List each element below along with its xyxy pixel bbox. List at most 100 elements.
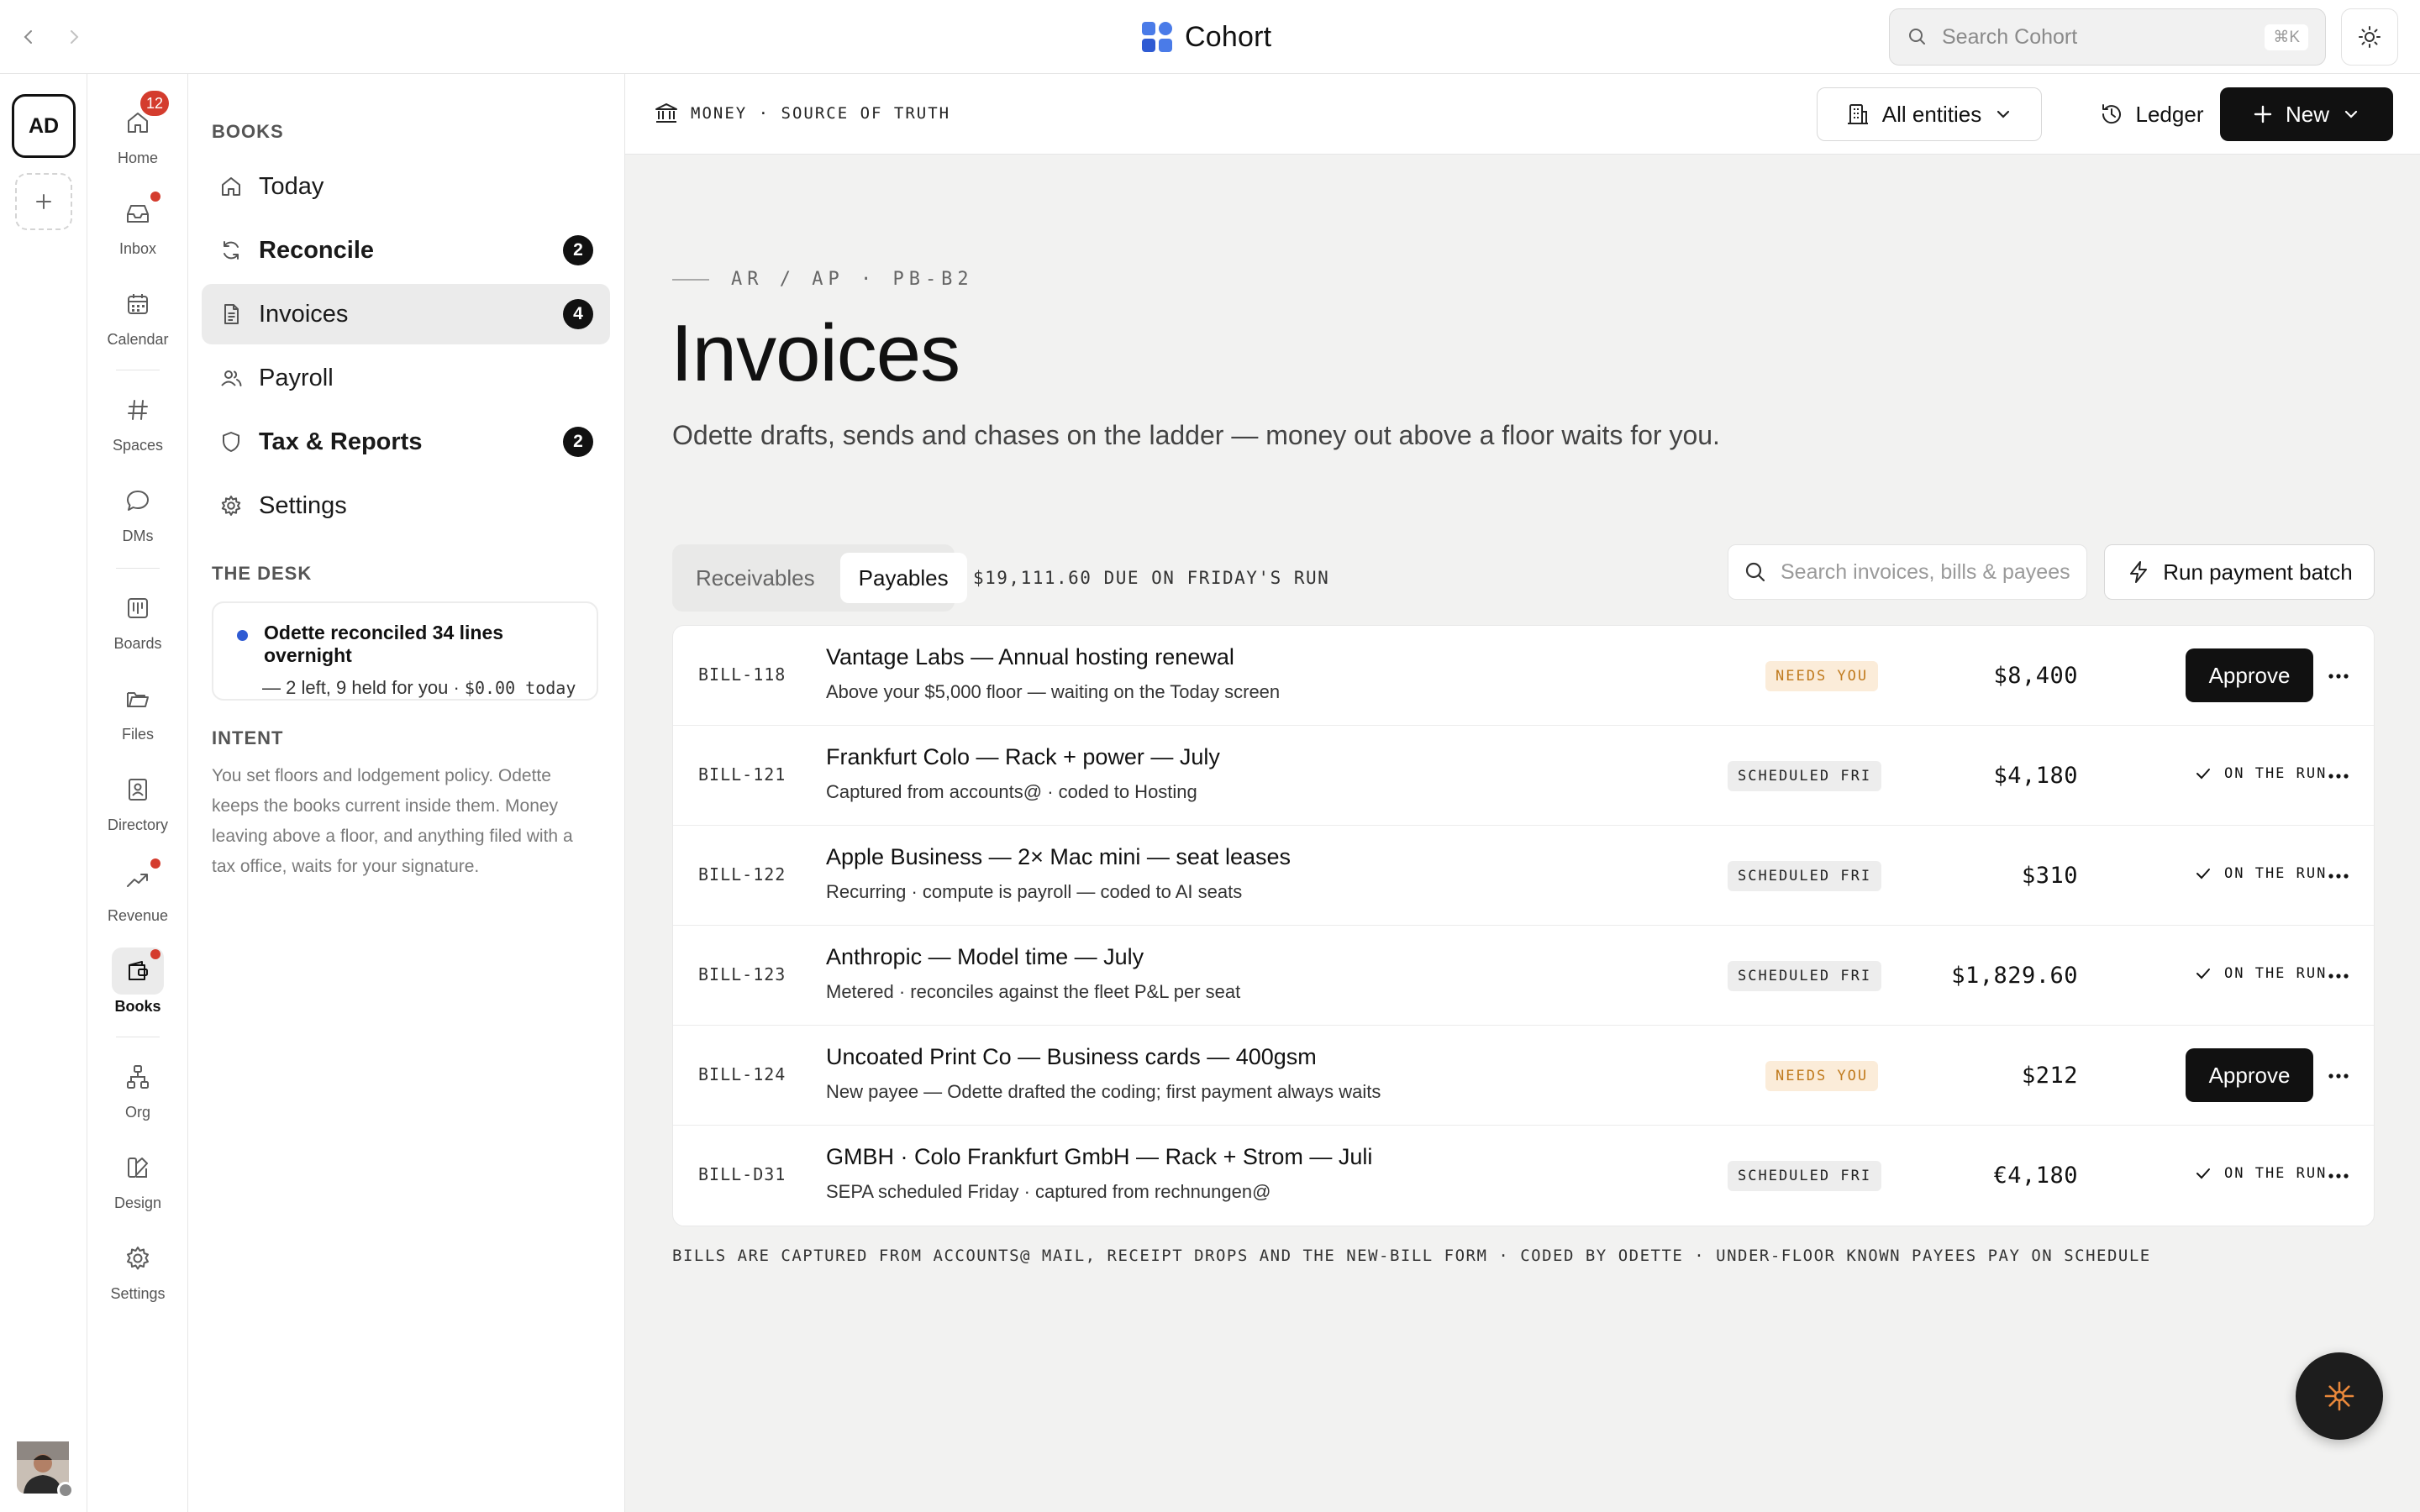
nav-org[interactable]: Org	[87, 1053, 188, 1121]
nav-label: Revenue	[107, 907, 169, 924]
on-the-run-status: ON THE RUN	[2194, 764, 2327, 783]
table-row[interactable]: BILL-D31 GMBH · Colo Frankfurt GmbH — Ra…	[673, 1126, 2374, 1226]
status-badge: NEEDS YOU	[1765, 1061, 1879, 1091]
breadcrumb: MONEY · SOURCE OF TRUTH	[654, 101, 950, 126]
hash-icon	[124, 396, 152, 424]
nav-label: Home	[117, 150, 158, 166]
on-the-run-label: ON THE RUN	[2224, 865, 2328, 882]
search-icon	[1907, 26, 1928, 48]
eyebrow-rule	[672, 278, 709, 281]
sidebar-item-label: Tax & Reports	[259, 428, 423, 455]
more-actions-icon[interactable]	[2327, 664, 2350, 688]
search-icon	[1744, 560, 1767, 584]
home-icon	[218, 174, 244, 199]
lightning-icon	[2126, 559, 2151, 585]
chevron-down-icon	[2341, 104, 2361, 124]
bills-search-input[interactable]: Search invoices, bills & payees	[1728, 544, 2087, 600]
brand[interactable]: Cohort	[1141, 18, 1271, 55]
sidebar-item-tax-reports[interactable]: Tax & Reports 2	[202, 412, 610, 472]
table-row[interactable]: BILL-123 Anthropic — Model time — July M…	[673, 926, 2374, 1026]
workspace-switcher[interactable]: AD	[12, 94, 76, 158]
sidebar-item-payroll[interactable]: Payroll	[202, 348, 610, 408]
status-badge: SCHEDULED FRI	[1728, 861, 1882, 891]
nav-label: Settings	[110, 1285, 166, 1302]
nav-books[interactable]: Books	[87, 948, 188, 1016]
bill-amount: $4,180	[1993, 763, 2078, 789]
contact-card-icon	[124, 775, 152, 804]
run-payment-batch-button[interactable]: Run payment batch	[2104, 544, 2375, 600]
sidebar-item-settings[interactable]: Settings	[202, 475, 610, 536]
batch-label: Run payment batch	[2163, 559, 2353, 585]
sidebar-item-label: Invoices	[259, 300, 349, 328]
check-icon	[2194, 764, 2212, 783]
sidebar-item-today[interactable]: Today	[202, 156, 610, 217]
more-actions-icon[interactable]	[2327, 1164, 2350, 1188]
global-search-input[interactable]: Search Cohort ⌘K	[1889, 8, 2326, 66]
bill-title: GMBH · Colo Frankfurt GmbH — Rack + Stro…	[826, 1144, 1373, 1169]
nav-design[interactable]: Design	[87, 1144, 188, 1212]
more-actions-icon[interactable]	[2327, 964, 2350, 988]
more-actions-icon[interactable]	[2327, 764, 2350, 788]
sidebar-item-reconcile[interactable]: Reconcile 2	[202, 220, 610, 281]
page-title: Invoices	[671, 308, 960, 398]
desk-activity-card[interactable]: Odette reconciled 34 lines overnight — 2…	[212, 601, 598, 701]
table-row[interactable]: BILL-124 Uncoated Print Co — Business ca…	[673, 1026, 2374, 1126]
bill-amount: $8,400	[1993, 663, 2078, 689]
tab-receivables[interactable]: Receivables	[677, 553, 834, 603]
due-summary: $19,111.60 DUE ON FRIDAY'S RUN	[973, 568, 1330, 588]
entities-dropdown[interactable]: All entities	[1817, 87, 2042, 141]
sidebar-heading: BOOKS	[212, 121, 284, 142]
plus-icon	[33, 191, 55, 213]
theme-toggle-button[interactable]	[2341, 8, 2398, 66]
table-row[interactable]: BILL-122 Apple Business — 2× Mac mini — …	[673, 826, 2374, 926]
nav-settings[interactable]: Settings	[87, 1235, 188, 1303]
bill-description: Recurring · compute is payroll — coded t…	[826, 881, 1243, 902]
add-workspace-button[interactable]	[15, 173, 72, 230]
tab-payables[interactable]: Payables	[839, 553, 967, 603]
nav-calendar[interactable]: Calendar	[87, 281, 188, 349]
back-arrow-icon[interactable]	[15, 24, 42, 50]
eyebrow-text: AR / AP · PB-B2	[731, 269, 974, 290]
bill-id: BILL-124	[698, 1064, 786, 1084]
on-the-run-status: ON THE RUN	[2194, 964, 2327, 983]
more-actions-icon[interactable]	[2327, 1064, 2350, 1088]
new-button[interactable]: New	[2220, 87, 2393, 141]
approve-button[interactable]: Approve	[2186, 1048, 2313, 1102]
more-actions-icon[interactable]	[2327, 864, 2350, 888]
on-the-run-label: ON THE RUN	[2224, 965, 2328, 982]
bill-id: BILL-118	[698, 664, 786, 685]
ledger-button[interactable]: Ledger	[2075, 87, 2227, 141]
nav-label: DMs	[122, 528, 154, 544]
page-subtitle: Odette drafts, sends and chases on the l…	[672, 420, 1720, 450]
nav-label: Org	[124, 1104, 150, 1121]
nav-files[interactable]: Files	[87, 675, 188, 743]
sidebar-item-invoices[interactable]: Invoices 4	[202, 284, 610, 344]
user-avatar[interactable]	[17, 1441, 74, 1499]
desk-heading: THE DESK	[212, 563, 313, 584]
approve-button[interactable]: Approve	[2186, 648, 2313, 702]
status-badge: NEEDS YOU	[1765, 661, 1879, 691]
bill-description: SEPA scheduled Friday · captured from re…	[826, 1181, 1271, 1202]
table-row[interactable]: BILL-121 Frankfurt Colo — Rack + power —…	[673, 726, 2374, 826]
board-icon	[124, 594, 152, 622]
nav-home[interactable]: 12 Home	[87, 91, 188, 167]
new-label: New	[2285, 101, 2329, 127]
nav-boards[interactable]: Boards	[87, 585, 188, 653]
nav-spaces[interactable]: Spaces	[87, 386, 188, 454]
shield-icon	[218, 429, 244, 454]
status-badge: SCHEDULED FRI	[1728, 1161, 1882, 1191]
reconcile-count-badge: 2	[563, 235, 593, 265]
ledger-tabs: Receivables Payables	[672, 544, 967, 612]
nav-inbox[interactable]: Inbox	[87, 190, 188, 258]
breadcrumb-text: MONEY · SOURCE OF TRUTH	[691, 104, 951, 123]
nav-revenue[interactable]: Revenue	[87, 857, 188, 925]
nav-dms[interactable]: DMs	[87, 477, 188, 545]
assistant-fab[interactable]	[2296, 1352, 2383, 1440]
forward-arrow-icon[interactable]	[60, 24, 87, 50]
nav-directory[interactable]: Directory	[87, 766, 188, 834]
sidebar-item-label: Settings	[259, 491, 347, 519]
bill-amount: $212	[2021, 1063, 2078, 1089]
bill-id: BILL-D31	[698, 1164, 786, 1184]
on-the-run-label: ON THE RUN	[2224, 765, 2328, 782]
table-row[interactable]: BILL-118 Vantage Labs — Annual hosting r…	[673, 626, 2374, 726]
